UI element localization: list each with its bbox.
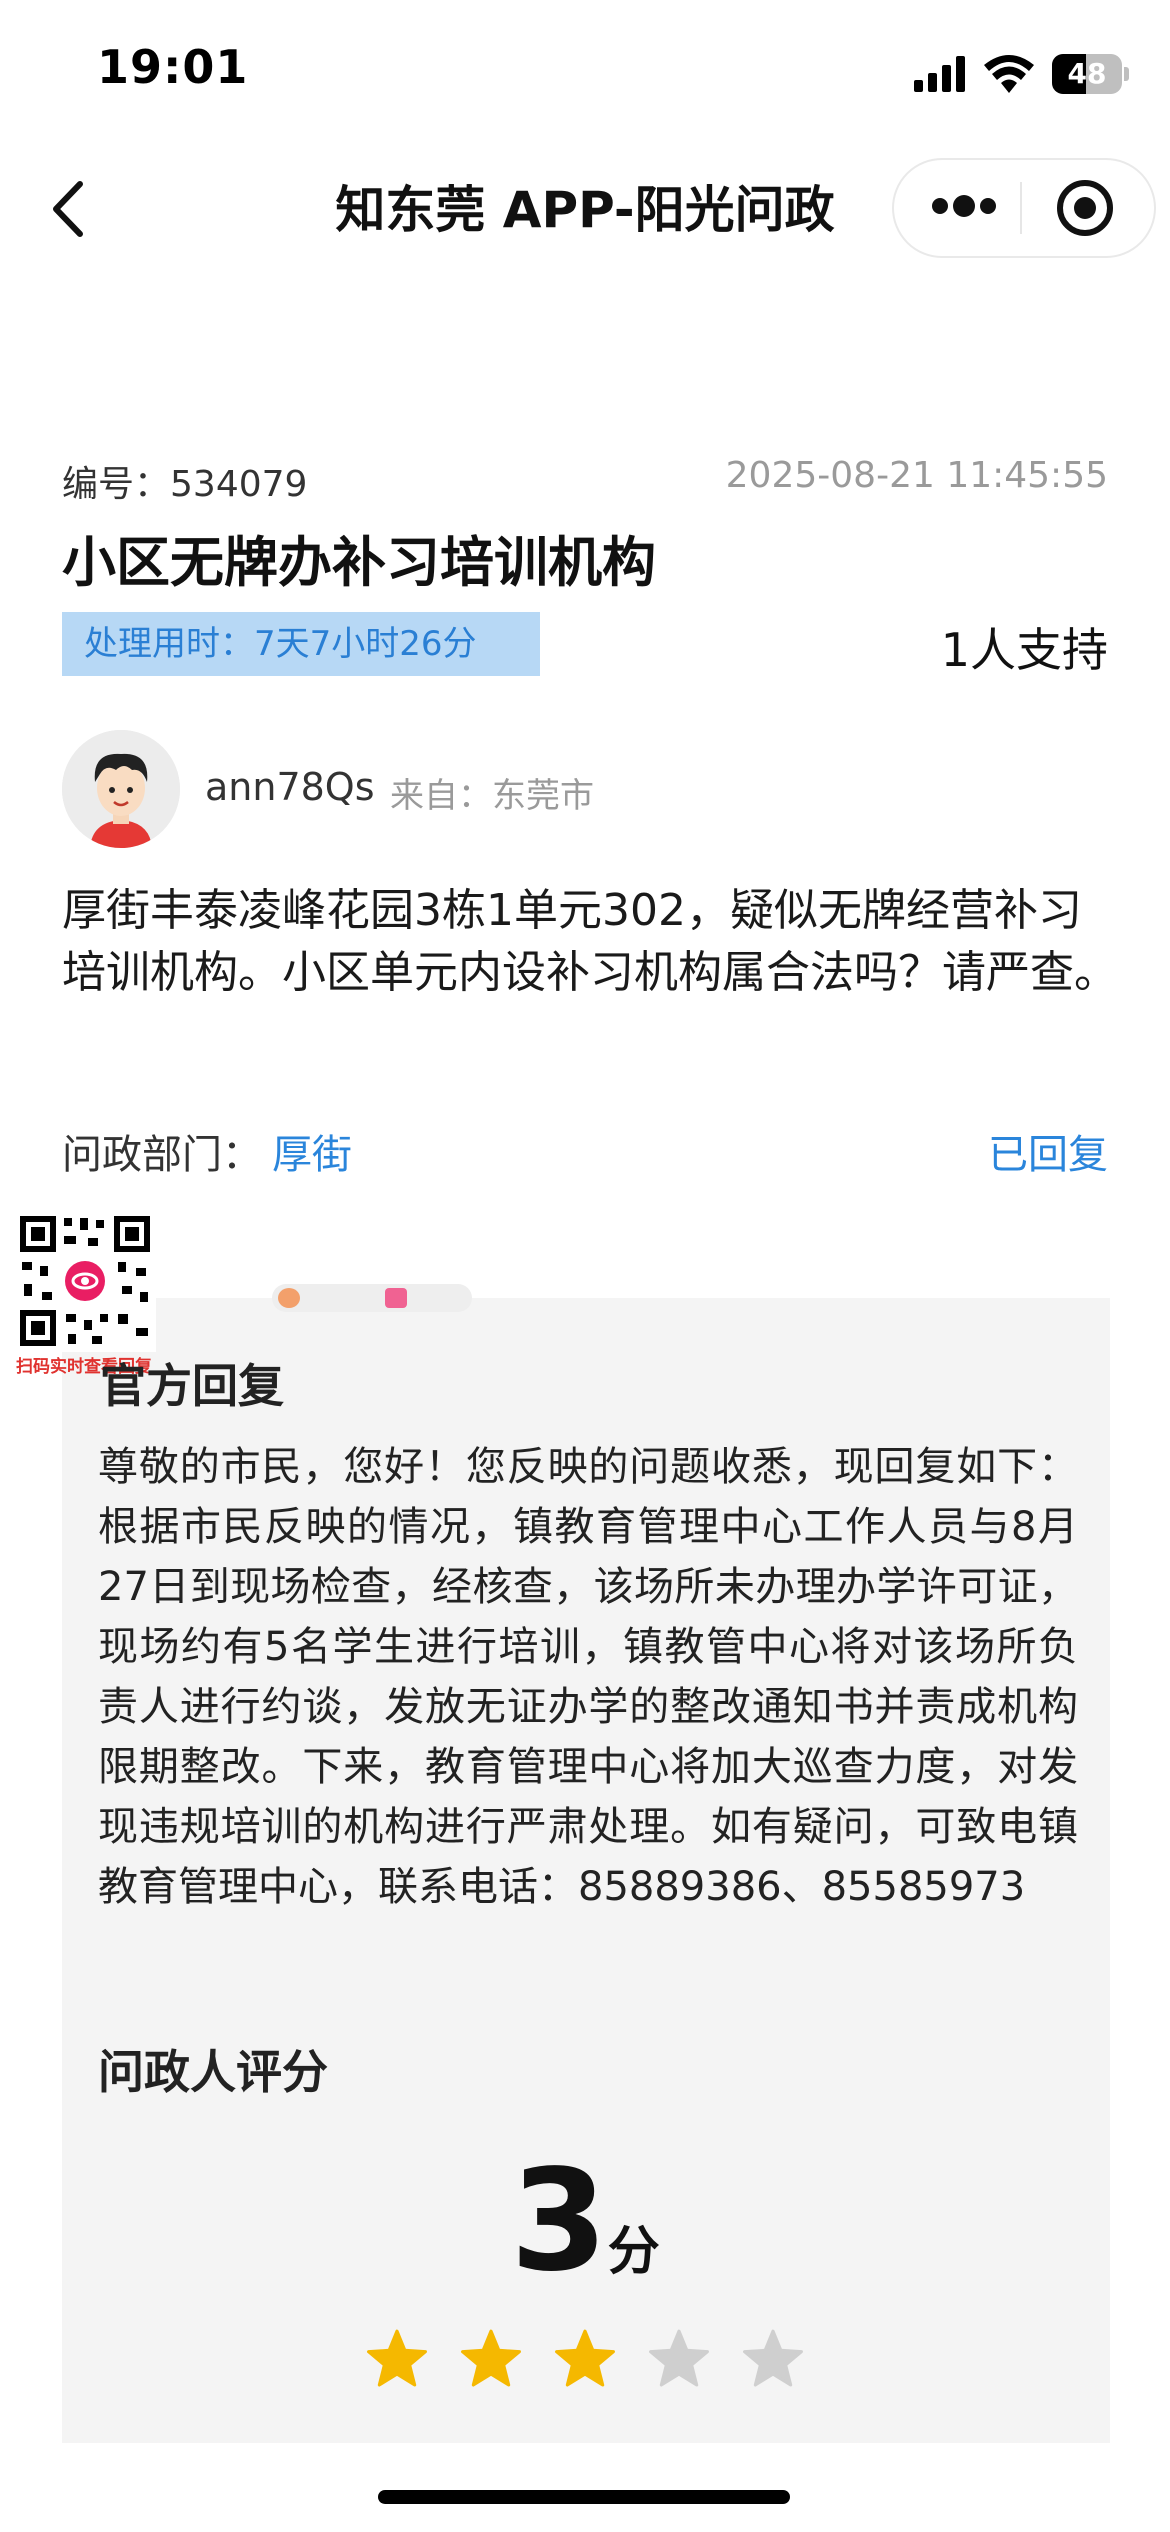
star-empty-icon bbox=[648, 2328, 710, 2388]
supporters-count[interactable]: 1人支持 bbox=[941, 614, 1108, 680]
department-link[interactable]: 厚街 bbox=[272, 1122, 352, 1180]
watermark-app-icon bbox=[385, 1288, 407, 1308]
star-empty-icon bbox=[742, 2328, 804, 2388]
battery-level: 48 bbox=[1067, 57, 1107, 90]
more-dots-icon bbox=[932, 195, 996, 217]
capsule-divider bbox=[1020, 182, 1022, 234]
origin-value: 东莞市 bbox=[492, 776, 594, 816]
wifi-icon bbox=[984, 55, 1034, 93]
username[interactable]: ann78Qs bbox=[205, 765, 375, 809]
duration-label: 处理用时： bbox=[84, 624, 254, 664]
post-code-label: 编号： bbox=[62, 464, 171, 505]
rating-stars bbox=[0, 2328, 1170, 2388]
battery-icon: 48 bbox=[1052, 54, 1130, 94]
duration-value: 7天7小时26分 bbox=[254, 624, 477, 664]
watermark-logo-icon bbox=[278, 1288, 300, 1308]
close-miniapp-button[interactable] bbox=[1053, 176, 1117, 240]
official-reply-title: 官方回复 bbox=[100, 1359, 284, 1413]
post-title: 小区无牌办补习培训机构 bbox=[62, 531, 656, 594]
rating-score: 3分 bbox=[0, 2140, 1170, 2303]
duration-badge: 处理用时：7天7小时26分 bbox=[62, 612, 540, 676]
user-avatar-icon bbox=[62, 730, 180, 848]
post-content: 厚街丰泰凌峰花园3栋1单元302，疑似无牌经营补习培训机构。小区单元内设补习机构… bbox=[62, 885, 1118, 998]
post-code: 编号：534079 bbox=[62, 455, 307, 507]
rating-title: 问政人评分 bbox=[98, 2045, 328, 2099]
watermark-pill bbox=[272, 1284, 472, 1312]
more-button[interactable] bbox=[928, 189, 1000, 223]
post-origin: 来自：东莞市 bbox=[390, 768, 594, 817]
target-close-icon bbox=[1057, 180, 1113, 236]
official-reply-text: 尊敬的市民，您好！您反映的问题收悉，现回复如下：根据市民反映的情况，镇教育管理中… bbox=[98, 1444, 1078, 1910]
post-date: 2025-08-21 11:45:55 bbox=[725, 455, 1108, 496]
star-filled-icon bbox=[366, 2328, 428, 2388]
post-code-value: 534079 bbox=[170, 464, 308, 505]
reply-status: 已回复 bbox=[988, 1132, 1108, 1178]
star-filled-icon bbox=[554, 2328, 616, 2388]
signal-icon bbox=[914, 56, 965, 92]
department-label: 问政部门： bbox=[62, 1132, 262, 1178]
status-time: 19:01 bbox=[97, 40, 249, 94]
qr-code-icon bbox=[14, 1210, 156, 1352]
score-unit: 分 bbox=[607, 2222, 660, 2282]
score-number: 3 bbox=[510, 2140, 608, 2303]
star-filled-icon bbox=[460, 2328, 522, 2388]
status-icons: 48 bbox=[914, 50, 1130, 98]
avatar bbox=[62, 730, 180, 848]
home-indicator bbox=[378, 2490, 790, 2504]
origin-label: 来自： bbox=[390, 776, 492, 816]
